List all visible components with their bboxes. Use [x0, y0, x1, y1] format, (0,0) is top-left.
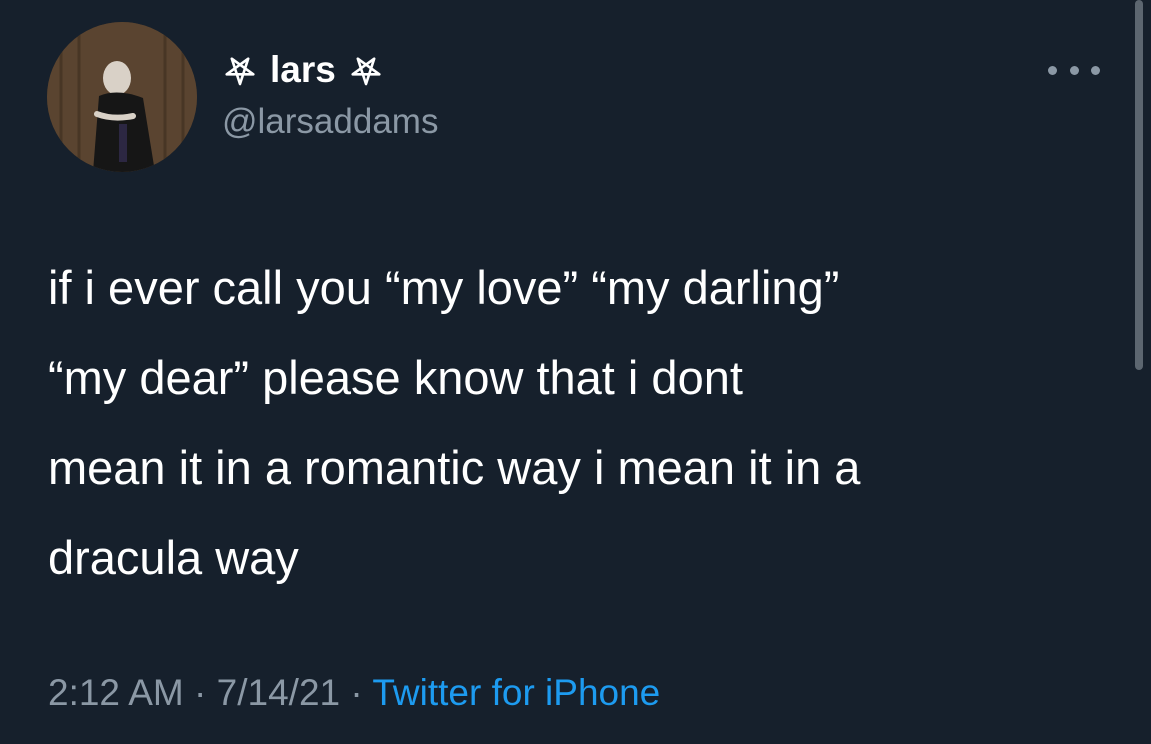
avatar[interactable]: [47, 22, 197, 172]
tweet-meta: 2:12 AM · 7/14/21 · Twitter for iPhone: [48, 672, 660, 714]
more-options-icon[interactable]: [1048, 58, 1100, 82]
tweet-text-line: dracula way: [48, 531, 299, 584]
display-name[interactable]: lars: [222, 44, 384, 96]
scrollbar[interactable]: [1135, 0, 1143, 370]
tweet-text-line: mean it in a romantic way i mean it in a: [48, 441, 861, 494]
meta-separator: ·: [194, 672, 207, 713]
tweet-time[interactable]: 2:12 AM: [48, 672, 184, 713]
user-handle[interactable]: @larsaddams: [222, 102, 438, 142]
tweet-source-link[interactable]: Twitter for iPhone: [372, 672, 660, 713]
display-name-text: lars: [270, 49, 336, 90]
tweet-text-line: “my dear” please know that i dont: [48, 351, 743, 404]
tweet-card: lars @larsaddams if i ever call you “my …: [0, 0, 1151, 744]
tweet-text: if i ever call you “my love” “my darling…: [48, 243, 1108, 603]
pentagram-icon: [222, 52, 258, 88]
meta-separator: ·: [350, 672, 363, 713]
avatar-photo: [47, 22, 197, 172]
tweet-text-line: if i ever call you “my love” “my darling…: [48, 261, 840, 314]
tweet-date[interactable]: 7/14/21: [217, 672, 340, 713]
pentagram-icon: [348, 52, 384, 88]
